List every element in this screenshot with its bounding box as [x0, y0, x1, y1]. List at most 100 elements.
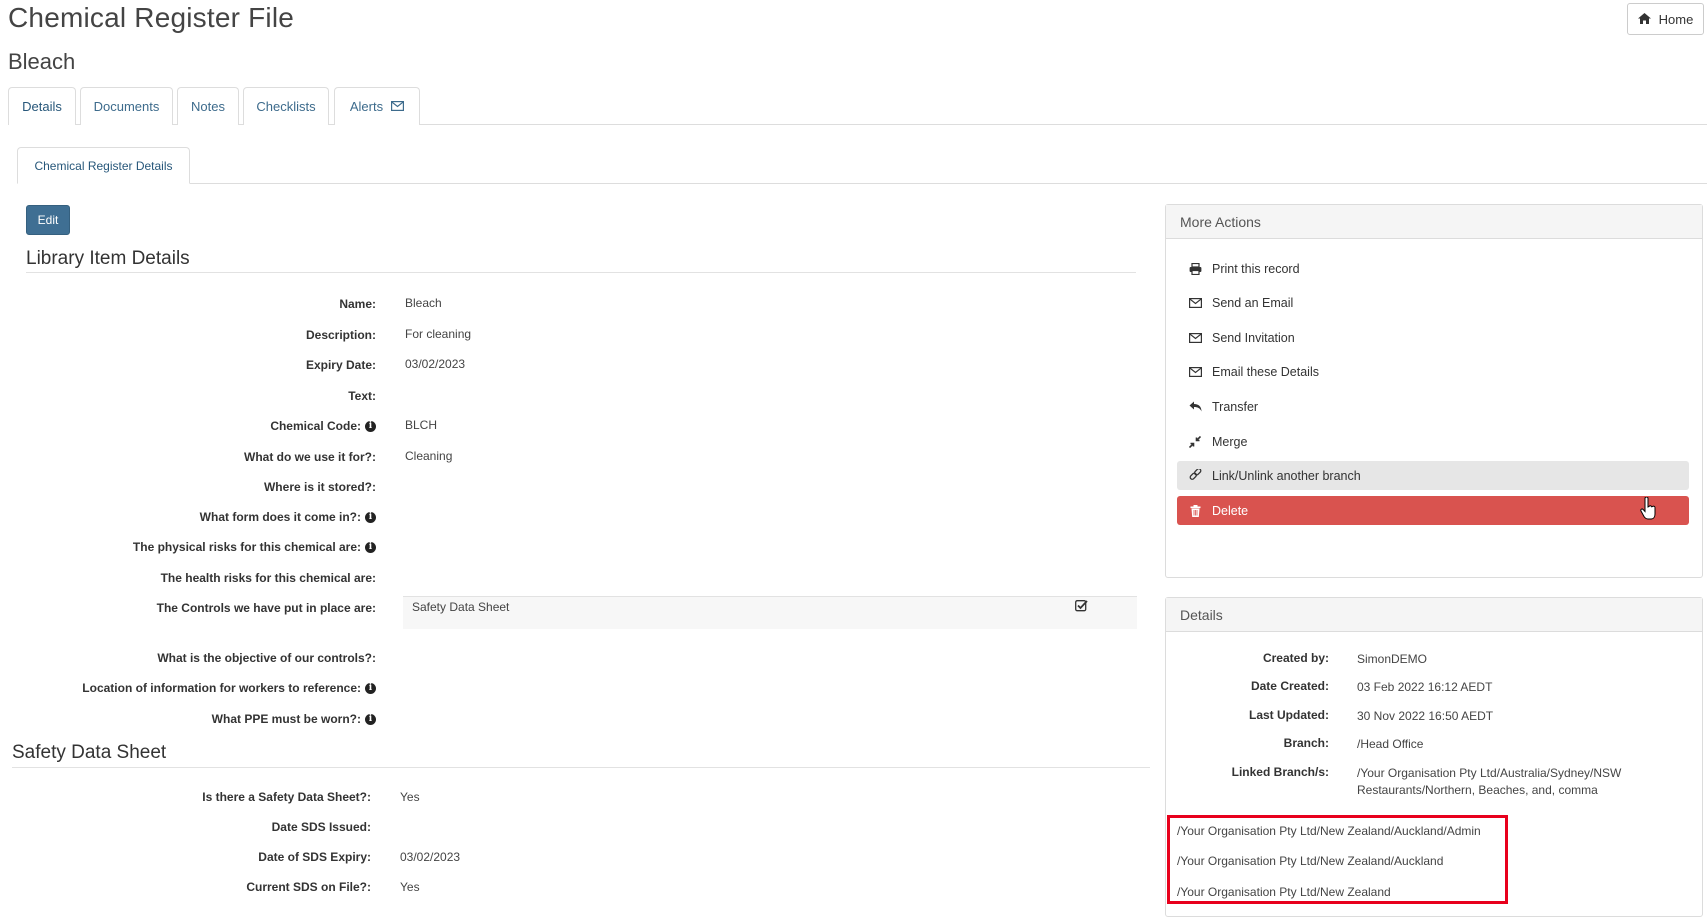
field-label: Description: [26, 327, 376, 343]
field-label: Location of information for workers to r… [26, 680, 376, 696]
tab-checklists[interactable]: Checklists [243, 87, 329, 125]
section-divider [26, 272, 1136, 273]
field-label: Is there a Safety Data Sheet?: [202, 790, 371, 804]
field-value: For cleaning [405, 327, 472, 341]
action-send-an-email[interactable]: Send an Email [1177, 288, 1689, 317]
action-delete[interactable]: Delete [1177, 496, 1689, 525]
field-label: Current SDS on File?: [246, 880, 371, 894]
field-value: Yes [400, 790, 420, 804]
tab-label: Documents [93, 99, 160, 114]
info-icon[interactable]: i [365, 511, 376, 523]
field-label: The physical risks for this chemical are… [26, 539, 376, 555]
edit-button[interactable]: Edit [26, 205, 70, 235]
page-title: Chemical Register File [8, 2, 295, 33]
tab-chemical-register-details[interactable]: Chemical Register Details [17, 147, 190, 184]
action-send-invitation[interactable]: Send Invitation [1177, 323, 1689, 352]
field-value: 03/02/2023 [405, 357, 466, 371]
section-divider [12, 767, 1150, 768]
highlight-annotation [1167, 815, 1508, 904]
field-value: Bleach [405, 296, 442, 310]
field-label-text: What do we use it for?: [244, 450, 376, 464]
action-email-these-details[interactable]: Email these Details [1177, 357, 1689, 386]
field-label-text: Description: [305, 328, 376, 342]
action-link-unlink-another-branch[interactable]: Link/Unlink another branch [1177, 461, 1689, 490]
home-icon [1637, 12, 1651, 27]
action-label: Send an Email [1212, 295, 1294, 310]
field-label-text: Where is it stored?: [263, 480, 376, 494]
info-icon[interactable]: i [365, 541, 376, 553]
home-button[interactable]: Home [1627, 3, 1704, 35]
trash-icon [1188, 504, 1202, 517]
detail-label: Created by: [1262, 651, 1329, 665]
panel-title: More Actions [1166, 205, 1702, 239]
action-transfer[interactable]: Transfer [1177, 392, 1689, 421]
action-label: Print this record [1212, 261, 1300, 276]
detail-value: SimonDEMO [1357, 652, 1428, 666]
envelope-icon [1188, 366, 1202, 377]
subtabs-divider [17, 183, 1707, 184]
action-label: Merge [1212, 434, 1248, 449]
sds-heading: Safety Data Sheet [12, 742, 167, 763]
field-label-text: The physical risks for this chemical are… [132, 540, 361, 554]
detail-value: 03 Feb 2022 16:12 AEDT [1357, 680, 1493, 694]
detail-value: /Head Office [1357, 737, 1424, 751]
action-merge[interactable]: Merge [1177, 427, 1689, 456]
field-label: What PPE must be worn?: i [26, 711, 376, 727]
field-label-text: Name: [339, 297, 376, 311]
tab-alerts[interactable]: Alerts [334, 87, 420, 125]
envelope-icon [391, 99, 405, 114]
field-label-text: What PPE must be worn?: [211, 712, 361, 726]
action-print-this-record[interactable]: Print this record [1177, 254, 1689, 283]
field-label-text: The health risks for this chemical are: [160, 571, 376, 585]
tab-label: Alerts [349, 99, 384, 114]
detail-label: Date Created: [1250, 679, 1329, 693]
panel-title: Details [1166, 598, 1702, 632]
subtab-label: Chemical Register Details [34, 158, 173, 173]
action-label: Send Invitation [1212, 330, 1295, 345]
action-label: Email these Details [1212, 364, 1319, 379]
detail-label: Last Updated: [1248, 708, 1329, 722]
info-icon[interactable]: i [365, 420, 376, 432]
field-value: Yes [400, 880, 420, 894]
field-label-text: Expiry Date: [305, 358, 376, 372]
home-label: Home [1658, 11, 1694, 27]
field-label-text: Chemical Code: [270, 419, 361, 433]
action-label: Transfer [1212, 399, 1259, 414]
action-label: Delete [1212, 503, 1249, 518]
info-icon[interactable]: i [365, 713, 376, 725]
field-label: What is the objective of our controls?: [26, 650, 376, 666]
field-value: BLCH [405, 418, 438, 432]
field-label: Name: [26, 296, 376, 312]
tab-details[interactable]: Details [8, 87, 76, 125]
field-label-text: What is the objective of our controls?: [157, 651, 376, 665]
field-label: Date SDS Issued: [271, 820, 371, 834]
tab-notes[interactable]: Notes [177, 87, 239, 125]
detail-value: /Your Organisation Pty Ltd/Australia/Syd… [1357, 766, 1622, 797]
info-icon[interactable]: i [365, 682, 376, 694]
field-value: 03/02/2023 [400, 850, 461, 864]
tab-documents[interactable]: Documents [80, 87, 173, 125]
field-label: Date of SDS Expiry: [258, 850, 371, 864]
tab-label: Notes [191, 99, 225, 114]
field-label-text: The Controls we have put in place are: [156, 601, 376, 615]
tab-label: Details [22, 99, 62, 114]
compress-icon [1188, 435, 1202, 448]
envelope-icon [1188, 332, 1202, 343]
hand-cursor-icon [1640, 496, 1656, 526]
field-label: What do we use it for?: [26, 449, 376, 465]
record-title: Bleach [8, 49, 76, 74]
link-icon [1188, 469, 1202, 482]
tab-label: Checklists [256, 99, 316, 114]
field-label: The health risks for this chemical are: [26, 570, 376, 586]
field-label: Where is it stored?: [26, 479, 376, 495]
detail-label: Linked Branch/s: [1231, 765, 1329, 779]
action-label: Link/Unlink another branch [1212, 468, 1361, 483]
field-label-text: What form does it come in?: [199, 510, 361, 524]
detail-value: 30 Nov 2022 16:50 AEDT [1357, 709, 1494, 723]
reply-icon [1188, 401, 1202, 412]
print-icon [1188, 262, 1202, 275]
field-label-text: Location of information for workers to r… [82, 681, 361, 695]
checkbox-checked-icon [1075, 599, 1088, 615]
detail-label: Branch: [1283, 736, 1329, 750]
field-value: Safety Data Sheet [412, 600, 510, 614]
